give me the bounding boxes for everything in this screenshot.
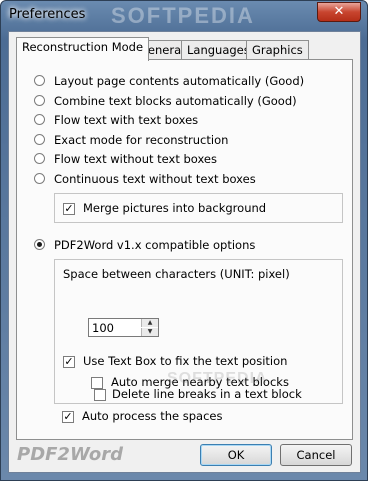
- radio-pdf2word-compat[interactable]: [34, 239, 45, 250]
- option-label[interactable]: Exact mode for reconstruction: [54, 133, 228, 147]
- title-bar[interactable]: Preferences SOFTPEDIA ✕: [1, 1, 367, 31]
- radio-flow-with-boxes[interactable]: [34, 114, 45, 125]
- delete-breaks-checkbox[interactable]: [94, 389, 106, 401]
- option-label[interactable]: Flow text without text boxes: [54, 152, 217, 166]
- option-label[interactable]: Combine text blocks automatically (Good): [54, 94, 297, 108]
- radio-combine-blocks[interactable]: [34, 95, 45, 106]
- delete-breaks-label[interactable]: Delete line breaks in a text block: [112, 387, 302, 401]
- spacing-input[interactable]: [89, 319, 140, 336]
- stepper-down-icon[interactable]: ▼: [141, 328, 158, 336]
- auto-merge-checkbox[interactable]: [91, 377, 103, 389]
- merge-pictures-checkbox[interactable]: ✓: [63, 203, 75, 215]
- spacing-stepper[interactable]: ▲ ▼: [88, 318, 159, 337]
- stepper-up-icon[interactable]: ▲: [141, 319, 158, 327]
- softpedia-watermark: SOFTPEDIA: [111, 3, 255, 28]
- reconstruction-panel: Layout page contents automatically (Good…: [16, 59, 353, 440]
- tab-languages[interactable]: Languages: [181, 40, 256, 60]
- auto-process-label[interactable]: Auto process the spaces: [82, 409, 222, 423]
- radio-flow-without-boxes[interactable]: [34, 153, 45, 164]
- dialog-client-area: Reconstruction Mode General Languages Gr…: [8, 31, 361, 473]
- radio-continuous-text[interactable]: [34, 173, 45, 184]
- option-label[interactable]: Continuous text without text boxes: [54, 172, 256, 186]
- ok-button[interactable]: OK: [200, 444, 272, 466]
- pdf2word-logo: PDF2Word: [17, 444, 123, 465]
- close-icon: ✕: [333, 4, 345, 19]
- window-title: Preferences: [9, 7, 86, 22]
- option-label[interactable]: Flow text with text boxes: [54, 113, 198, 127]
- merge-group: ✓ Merge pictures into background: [54, 193, 343, 223]
- option-label[interactable]: Layout page contents automatically (Good…: [54, 74, 304, 88]
- softpedia-watermark-mid: SOFTPEDIA: [167, 370, 268, 387]
- radio-exact-mode[interactable]: [34, 134, 45, 145]
- use-text-box-label[interactable]: Use Text Box to fix the text position: [83, 354, 287, 368]
- preferences-window: Preferences SOFTPEDIA ✕ Reconstruction M…: [0, 0, 368, 481]
- tab-graphics[interactable]: Graphics: [246, 40, 309, 60]
- cancel-button[interactable]: Cancel: [280, 444, 352, 466]
- radio-layout-auto[interactable]: [34, 75, 45, 86]
- tab-reconstruction-mode[interactable]: Reconstruction Mode: [16, 37, 150, 61]
- use-text-box-checkbox[interactable]: ✓: [63, 356, 75, 368]
- compat-option-label[interactable]: PDF2Word v1.x compatible options: [54, 238, 255, 252]
- close-button[interactable]: ✕: [317, 2, 361, 22]
- merge-pictures-label[interactable]: Merge pictures into background: [83, 201, 266, 215]
- spacing-label: Space between characters (UNIT: pixel): [63, 267, 290, 281]
- auto-process-checkbox[interactable]: ✓: [62, 411, 74, 423]
